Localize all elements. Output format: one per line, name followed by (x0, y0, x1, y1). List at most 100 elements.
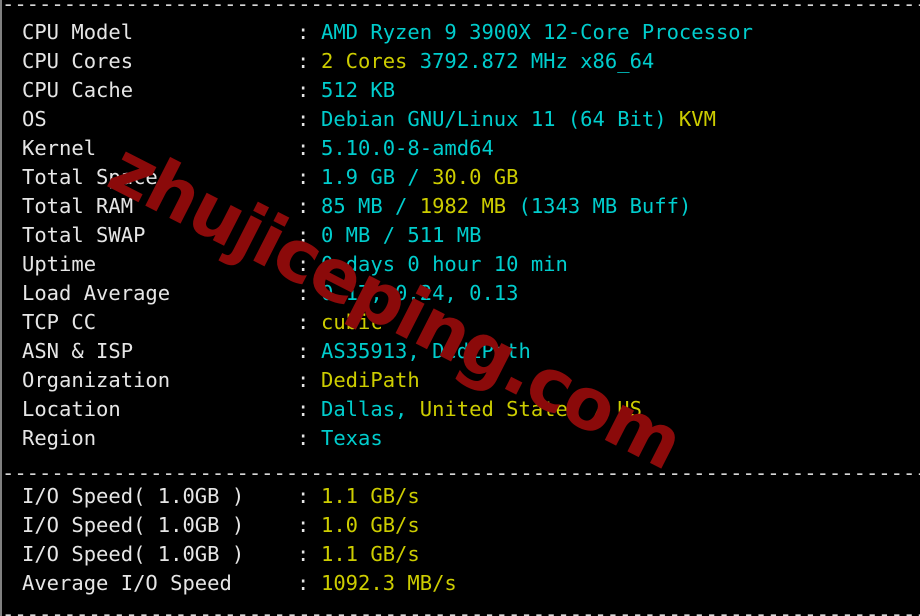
system-info-row: OS: Debian GNU/Linux 11 (64 Bit) KVM (2, 105, 920, 134)
colon-separator: : (297, 20, 310, 44)
colon-separator: : (297, 136, 310, 160)
colon-separator: : (297, 571, 310, 595)
system-info-row: Total SWAP:0 MB / 511 MB (2, 221, 920, 250)
info-value-part: 30.0 GB (432, 165, 519, 189)
info-value-part: KVM (678, 107, 716, 131)
info-label: Uptime (22, 252, 97, 276)
info-label: TCP CC (22, 310, 97, 334)
info-label: Total Space (22, 165, 158, 189)
io-speed-section: I/O Speed( 1.0GB ):1.1 GB/s I/O Speed( 1.… (2, 482, 920, 598)
info-value-part: Texas (321, 426, 383, 450)
info-label: CPU Model (22, 20, 134, 44)
colon-separator: : (297, 426, 310, 450)
separator-middle: ----------------------------------------… (2, 461, 920, 482)
system-info-row: CPU Model: AMD Ryzen 9 3900X 12-Core Proc… (2, 18, 920, 47)
info-value: 5.10.0-8-amd64 (321, 136, 494, 160)
info-label: CPU Cache (22, 78, 134, 102)
info-value: 0.17, 0.24, 0.13 (321, 281, 518, 305)
info-value: cubic (321, 310, 383, 334)
system-info-row: Total Space:1.9 GB / 30.0 GB (2, 163, 920, 192)
info-value: DediPath (321, 368, 420, 392)
info-label: I/O Speed( 1.0GB ) (22, 513, 245, 537)
info-value-part: 1.1 GB/s (321, 542, 420, 566)
info-value-part: 3792.872 MHz x86_64 (419, 49, 655, 73)
info-value-part: DediPath (321, 368, 420, 392)
system-info-row: ASN & ISP: AS35913, DediPath (2, 337, 920, 366)
colon-separator: : (297, 484, 310, 508)
info-value-part: 0 days 0 hour 10 min (321, 252, 568, 276)
system-info-row: Uptime:0 days 0 hour 10 min (2, 250, 920, 279)
info-value: 0 MB / 511 MB (321, 223, 481, 247)
io-speed-row: I/O Speed( 1.0GB ):1.1 GB/s (2, 482, 920, 511)
io-speed-row: I/O Speed( 1.0GB ):1.1 GB/s (2, 540, 920, 569)
colon-separator: : (297, 339, 310, 363)
system-info-row: Kernel:5.10.0-8-amd64 (2, 134, 920, 163)
colon-separator: : (297, 513, 310, 537)
info-value-part: (1343 MB Buff) (518, 194, 692, 218)
info-value: 85 MB / 1982 MB (1343 MB Buff) (321, 194, 691, 218)
colon-separator: : (297, 368, 310, 392)
system-info-row: Total RAM:85 MB / 1982 MB (1343 MB Buff) (2, 192, 920, 221)
system-info-section: CPU Model: AMD Ryzen 9 3900X 12-Core Proc… (2, 18, 920, 453)
info-value-part: 512 KB (321, 78, 396, 102)
info-value-part: Dallas, (321, 397, 420, 421)
info-value-part: 85 MB / (321, 194, 420, 218)
info-label: ASN & ISP (22, 339, 134, 363)
info-label: OS (22, 107, 47, 131)
info-value: 1092.3 MB/s (321, 571, 457, 595)
info-value: 512 KB (321, 78, 395, 102)
info-label: Organization (22, 368, 171, 392)
info-value-part: 0 MB / 511 MB (321, 223, 482, 247)
system-info-row: Location: Dallas, United States / US (2, 395, 920, 424)
info-label: I/O Speed( 1.0GB ) (22, 484, 245, 508)
terminal-content: ----------------------------------------… (2, 0, 920, 616)
colon-separator: : (297, 397, 310, 421)
colon-separator: : (297, 223, 310, 247)
info-label: Location (22, 397, 121, 421)
info-label: Load Average (22, 281, 171, 305)
colon-separator: : (297, 252, 310, 276)
system-info-row: Region: Texas (2, 424, 920, 453)
info-value-part: AMD Ryzen 9 3900X 12-Core Processor (321, 20, 753, 44)
info-value: 2 Cores 3792.872 MHz x86_64 (321, 49, 654, 73)
colon-separator: : (297, 281, 310, 305)
info-value-part: 2 Cores (321, 49, 420, 73)
info-value: AS35913, DediPath (321, 339, 531, 363)
info-value: Texas (321, 426, 383, 450)
separator-bottom: ----------------------------------------… (2, 602, 920, 616)
info-value: AMD Ryzen 9 3900X 12-Core Processor (321, 20, 753, 44)
system-info-row: TCP CC: cubic (2, 308, 920, 337)
info-label: I/O Speed( 1.0GB ) (22, 542, 245, 566)
info-label: Region (22, 426, 97, 450)
colon-separator: : (297, 165, 310, 189)
io-speed-row: Average I/O Speed:1092.3 MB/s (2, 569, 920, 598)
colon-separator: : (297, 194, 310, 218)
separator-top: ----------------------------------------… (2, 0, 920, 16)
info-value: Debian GNU/Linux 11 (64 Bit) KVM (321, 107, 716, 131)
info-value: Dallas, United States / US (321, 397, 642, 421)
system-info-row: Organization: DediPath (2, 366, 920, 395)
info-value-part: United States / US (419, 397, 642, 421)
system-info-row: CPU Cores:2 Cores 3792.872 MHz x86_64 (2, 47, 920, 76)
info-value-part: 1982 MB (419, 194, 519, 218)
colon-separator: : (297, 49, 310, 73)
info-label: Average I/O Speed (22, 571, 232, 595)
info-value: 1.1 GB/s (321, 484, 420, 508)
system-info-row: CPU Cache:512 KB (2, 76, 920, 105)
terminal-window: ----------------------------------------… (0, 0, 920, 616)
info-value-part: 0.17, 0.24, 0.13 (321, 281, 519, 305)
info-label: Total RAM (22, 194, 134, 218)
info-value-part: Debian GNU/Linux 11 (64 Bit) (321, 107, 679, 131)
info-value-part: cubic (321, 310, 383, 334)
colon-separator: : (297, 310, 310, 334)
info-value-part: 5.10.0-8-amd64 (321, 136, 494, 160)
info-value: 1.9 GB / 30.0 GB (321, 165, 519, 189)
system-info-row: Load Average:0.17, 0.24, 0.13 (2, 279, 920, 308)
io-speed-row: I/O Speed( 1.0GB ):1.0 GB/s (2, 511, 920, 540)
info-label: CPU Cores (22, 49, 134, 73)
info-value-part: 1.1 GB/s (321, 484, 420, 508)
info-label: Total SWAP (22, 223, 146, 247)
colon-separator: : (297, 78, 310, 102)
info-value: 0 days 0 hour 10 min (321, 252, 568, 276)
info-label: Kernel (22, 136, 97, 160)
